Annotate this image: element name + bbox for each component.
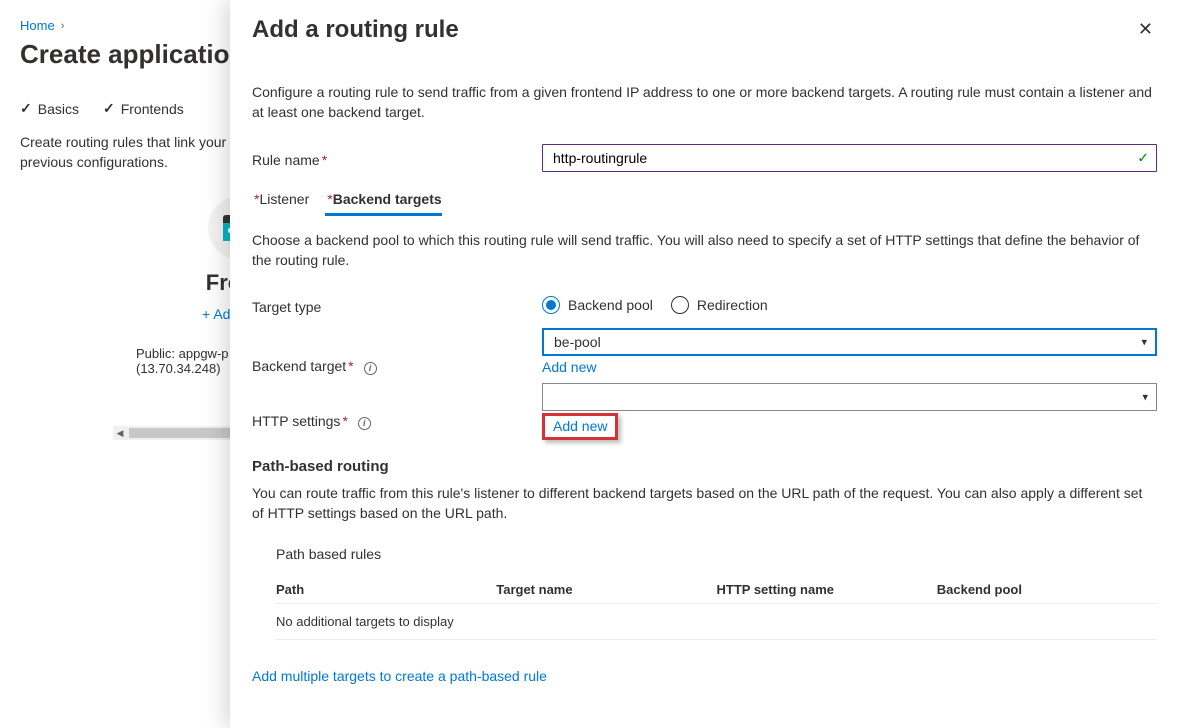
backend-target-value: be-pool (554, 334, 601, 350)
info-icon[interactable]: i (364, 362, 377, 375)
check-icon: ✓ (20, 100, 32, 117)
breadcrumb-home[interactable]: Home (20, 18, 55, 33)
rule-name-label: Rule name* (252, 148, 542, 168)
radio-label: Backend pool (568, 297, 653, 313)
target-type-label: Target type (252, 295, 542, 315)
col-http-setting: HTTP setting name (717, 582, 937, 597)
add-new-http-setting-highlight: Add new (542, 413, 618, 440)
tab-backend-targets[interactable]: *Backend targets (325, 185, 441, 216)
close-icon[interactable]: ✕ (1134, 16, 1157, 42)
path-rules-title: Path based rules (276, 546, 1157, 562)
backend-target-select[interactable]: be-pool ▾ (542, 328, 1157, 356)
wizard-step-basics[interactable]: ✓ Basics (20, 100, 79, 117)
wizard-step-label: Frontends (121, 101, 184, 117)
path-routing-description: You can route traffic from this rule's l… (252, 483, 1157, 524)
tab-listener[interactable]: *Listener (252, 185, 309, 216)
add-new-backend-link[interactable]: Add new (542, 359, 596, 375)
http-settings-label: HTTP settings* i (252, 383, 542, 430)
check-icon: ✓ (103, 100, 115, 117)
path-routing-heading: Path-based routing (252, 458, 1157, 475)
backend-intro: Choose a backend pool to which this rout… (252, 230, 1152, 271)
check-icon: ✓ (1137, 149, 1149, 166)
radio-icon (542, 296, 560, 314)
path-rules-table: Path Target name HTTP setting name Backe… (276, 576, 1157, 640)
col-target-name: Target name (496, 582, 716, 597)
panel-description: Configure a routing rule to send traffic… (252, 82, 1152, 123)
http-settings-select[interactable]: ▾ (542, 383, 1157, 411)
table-empty-row: No additional targets to display (276, 614, 1157, 629)
chevron-down-icon: ▾ (1142, 391, 1148, 404)
radio-icon (671, 296, 689, 314)
chevron-right-icon: › (61, 20, 65, 32)
page-description: Create routing rules that link your prev… (20, 133, 230, 172)
panel-title: Add a routing rule (252, 16, 459, 44)
col-backend-pool: Backend pool (937, 582, 1157, 597)
radio-backend-pool[interactable]: Backend pool (542, 296, 653, 314)
scroll-left-icon[interactable]: ◀ (113, 426, 127, 440)
radio-label: Redirection (697, 297, 768, 313)
rule-name-input[interactable] (542, 144, 1157, 172)
wizard-step-frontends[interactable]: ✓ Frontends (103, 100, 184, 117)
chevron-down-icon: ▾ (1141, 336, 1147, 349)
info-icon[interactable]: i (358, 417, 371, 430)
add-multiple-targets-link[interactable]: Add multiple targets to create a path-ba… (252, 668, 1157, 684)
backend-target-label: Backend target* i (252, 328, 542, 375)
rule-tabs: *Listener *Backend targets (252, 185, 1157, 216)
radio-redirection[interactable]: Redirection (671, 296, 768, 314)
col-path: Path (276, 582, 496, 597)
add-routing-rule-panel: Add a routing rule ✕ Configure a routing… (230, 0, 1179, 728)
wizard-step-label: Basics (38, 101, 79, 117)
add-new-http-setting-link[interactable]: Add new (553, 418, 607, 434)
